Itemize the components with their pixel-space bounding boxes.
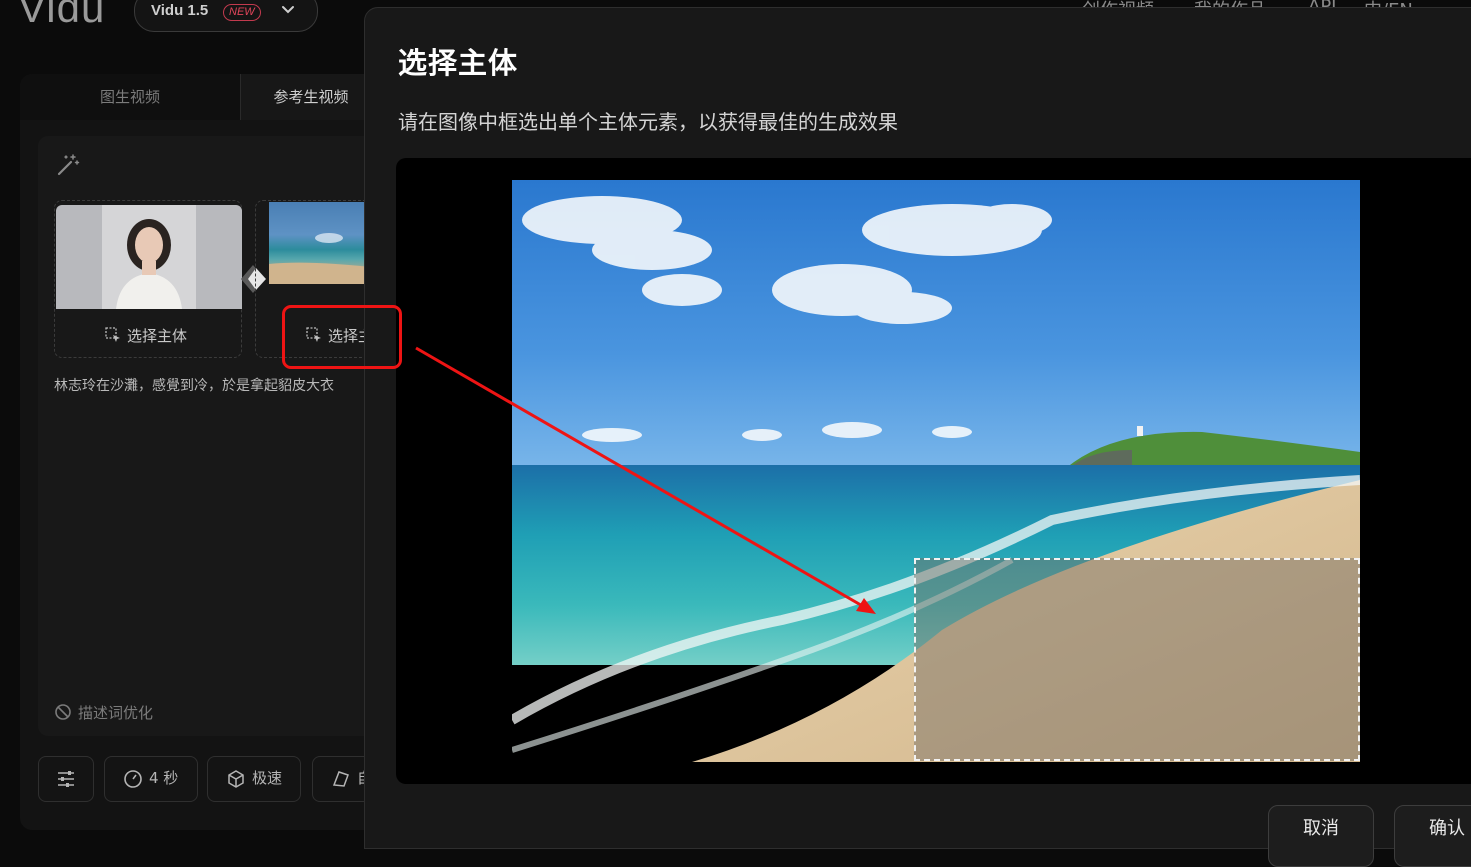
tab-reference-to-video[interactable]: 参考生视频 [240, 74, 381, 120]
highlight-rectangle [282, 305, 402, 369]
speed-label: 极速 [252, 769, 283, 787]
subject-image-portrait [56, 205, 242, 309]
confirm-button[interactable]: 确认 [1394, 805, 1471, 867]
model-name: Vidu 1.5 [151, 2, 209, 19]
tab-image-to-video[interactable]: 图生视频 [20, 74, 240, 120]
subject-selection-box[interactable] [914, 558, 1360, 761]
select-subject-button[interactable]: 选择主体 [127, 325, 187, 346]
timer-icon [124, 770, 142, 788]
forbidden-icon [55, 704, 71, 720]
duration-chip[interactable]: 4 秒 [104, 756, 198, 802]
duration-label: 4 秒 [149, 769, 179, 787]
select-subject-icon [105, 327, 120, 342]
speed-chip[interactable]: 极速 [207, 756, 301, 802]
prompt-optimize-toggle[interactable]: 描述词优化 [78, 702, 153, 723]
magic-wand-icon[interactable] [55, 152, 81, 178]
dialog-title: 选择主体 [398, 46, 519, 80]
chevron-down-icon[interactable] [281, 2, 295, 16]
aspect-icon [332, 771, 349, 787]
app-logo[interactable]: Vidu [18, 0, 105, 32]
settings-button[interactable] [38, 756, 94, 802]
subject-image-beach [269, 202, 379, 284]
dialog-subtitle: 请在图像中框选出单个主体元素，以获得最佳的生成效果 [398, 110, 898, 134]
prompt-text[interactable]: 林志玲在沙灘，感覺到冷，於是拿起貂皮大衣 [54, 375, 374, 395]
new-badge: NEW [223, 4, 261, 21]
cancel-button[interactable]: 取消 [1268, 805, 1374, 867]
sliders-icon [58, 771, 74, 787]
cube-icon [228, 770, 244, 788]
